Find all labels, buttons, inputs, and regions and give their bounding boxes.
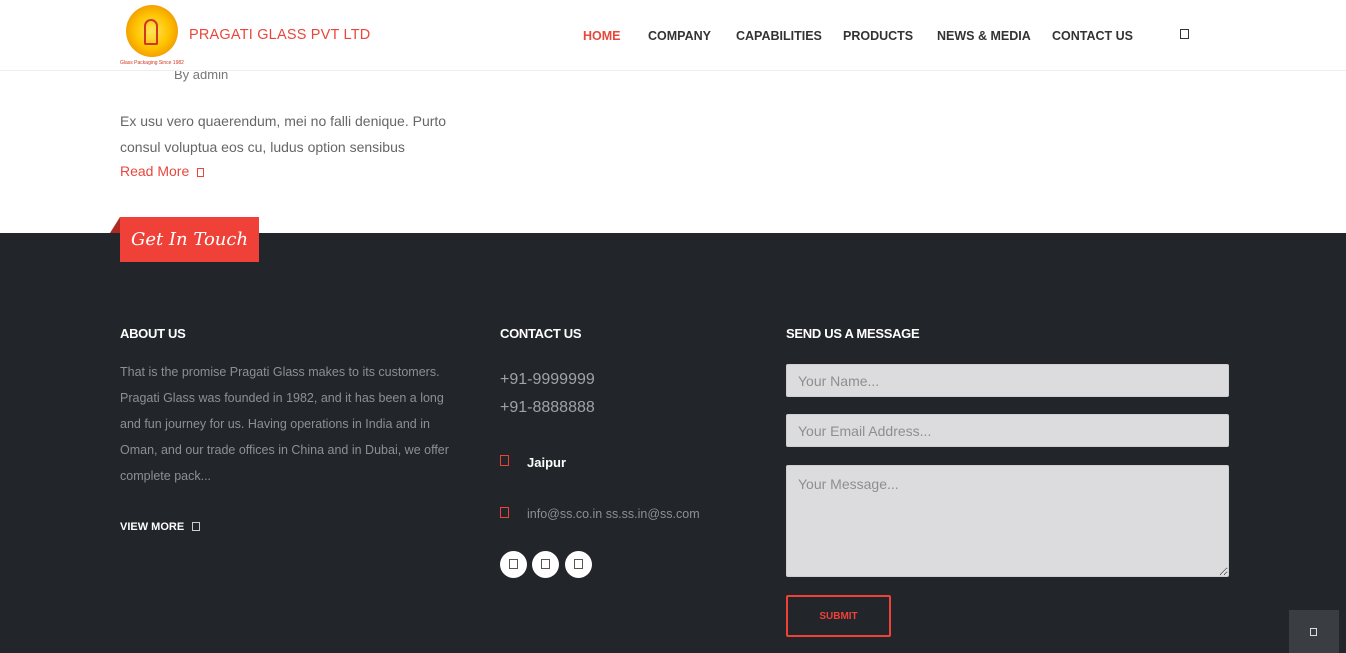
logo-tagline: Glass Packaging Since 1982 [120,60,184,66]
linkedin-icon[interactable] [565,551,592,578]
contact-title: CONTACT US [500,326,582,341]
phone-1[interactable]: +91-9999999 [500,371,595,389]
twitter-icon[interactable] [532,551,559,578]
brand-name[interactable]: PRAGATI GLASS PVT LTD [189,27,370,43]
envelope-icon [500,507,509,518]
get-in-touch-ribbon: Get In Touch [120,217,259,262]
logo-mark-icon [144,19,158,45]
map-marker-icon [500,455,509,466]
nav-news-media[interactable]: NEWS & MEDIA [937,29,1031,43]
about-text: That is the promise Pragati Glass makes … [120,365,449,483]
chevron-right-icon [197,168,205,177]
nav-home[interactable]: HOME [583,29,621,43]
logo[interactable]: Glass Packaging Since 1982 [118,3,188,69]
facebook-icon[interactable] [500,551,527,578]
read-more-label: Read More [120,163,190,179]
contact-email[interactable]: info@ss.co.in ss.ss.in@ss.com [527,507,700,521]
contact-city: Jaipur [527,455,567,470]
nav-company[interactable]: COMPANY [648,29,711,43]
view-more-link[interactable]: VIEW MORE [120,521,201,533]
phone-2[interactable]: +91-8888888 [500,399,595,417]
message-title: SEND US A MESSAGE [786,326,920,341]
scroll-to-top-button[interactable] [1289,610,1339,653]
message-textarea[interactable] [786,465,1229,577]
chevron-up-icon [1310,628,1317,636]
nav-capabilities[interactable]: CAPABILITIES [736,29,822,43]
view-more-label: VIEW MORE [120,521,185,533]
name-input[interactable] [786,364,1229,397]
chevron-right-icon [192,522,201,531]
nav-contact-us[interactable]: CONTACT US [1052,29,1133,43]
read-more-link[interactable]: Read More [120,163,205,179]
post-excerpt: Ex usu vero quaerendum, mei no falli den… [120,113,447,155]
email-input[interactable] [786,414,1229,447]
search-icon[interactable] [1179,28,1191,40]
submit-button[interactable]: SUBMIT [786,595,891,637]
site-header: Glass Packaging Since 1982 PRAGATI GLASS… [0,0,1346,71]
ribbon-fold [110,217,120,233]
nav-products[interactable]: PRODUCTS [843,29,913,43]
about-title: ABOUT US [120,326,186,341]
page: By admin Ex usu vero quaerendum, mei no … [0,0,1346,653]
